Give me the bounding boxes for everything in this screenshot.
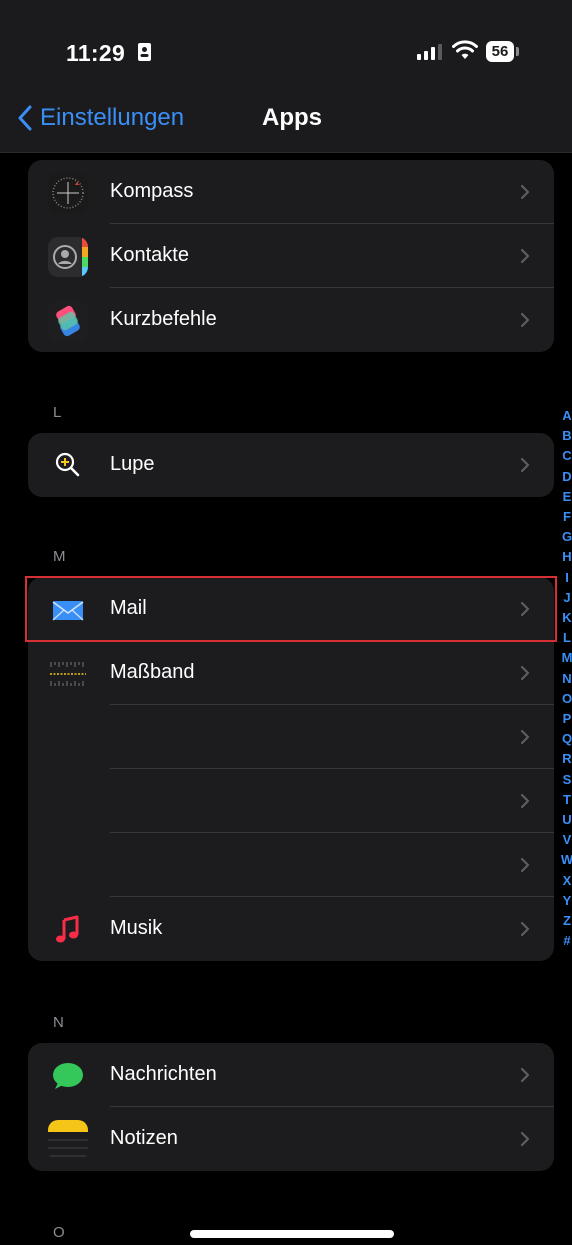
id-card-icon xyxy=(138,43,151,61)
chevron-right-icon xyxy=(520,457,530,473)
notes-icon xyxy=(48,1120,88,1160)
list-item-musik[interactable]: Musik xyxy=(28,897,554,961)
app-group-m: Mail Maßband Musik xyxy=(28,577,554,961)
chevron-right-icon xyxy=(520,921,530,937)
index-letter[interactable]: Z xyxy=(560,911,572,931)
index-letter[interactable]: P xyxy=(560,709,572,729)
index-letter[interactable]: C xyxy=(560,446,572,466)
chevron-left-icon xyxy=(18,105,32,131)
list-item-kurzbefehle[interactable]: Kurzbefehle xyxy=(28,288,554,352)
index-letter[interactable]: L xyxy=(560,628,572,648)
list-item-lupe[interactable]: Lupe xyxy=(28,433,554,497)
chevron-right-icon xyxy=(520,248,530,264)
section-header-m: M xyxy=(53,548,66,565)
index-letter[interactable]: J xyxy=(560,588,572,608)
app-group-l: Lupe xyxy=(28,433,554,497)
cellular-signal-icon xyxy=(417,44,442,60)
list-item-label: Musik xyxy=(110,917,163,939)
index-letter[interactable]: Q xyxy=(560,729,572,749)
page-title: Apps xyxy=(262,104,322,131)
chevron-right-icon xyxy=(520,1067,530,1083)
status-time: 11:29 xyxy=(66,40,126,66)
chevron-right-icon xyxy=(520,793,530,809)
index-letter[interactable]: U xyxy=(560,810,572,830)
home-indicator[interactable] xyxy=(190,1230,394,1238)
list-item-label: Mail xyxy=(110,597,147,619)
list-item-kontakte[interactable]: Kontakte xyxy=(28,224,554,288)
index-letter[interactable]: D xyxy=(560,467,572,487)
index-letter[interactable]: Y xyxy=(560,891,572,911)
index-letter[interactable]: K xyxy=(560,608,572,628)
index-letter[interactable]: # xyxy=(560,931,572,951)
list-item-nachrichten[interactable]: Nachrichten xyxy=(28,1043,554,1107)
list-item-label: Nachrichten xyxy=(110,1063,217,1085)
music-icon xyxy=(48,910,88,950)
list-item-blank-2[interactable] xyxy=(28,769,554,833)
measure-icon xyxy=(48,654,88,694)
chevron-right-icon xyxy=(520,665,530,681)
index-letter[interactable]: I xyxy=(560,568,572,588)
app-group-k: Kompass Kontakte Kurzbefehle xyxy=(28,160,554,352)
magnifier-icon xyxy=(48,446,88,486)
chevron-right-icon xyxy=(520,729,530,745)
list-item-label: Maßband xyxy=(110,661,195,683)
index-letter[interactable]: O xyxy=(560,689,572,709)
index-letter[interactable]: S xyxy=(560,770,572,790)
navigation-bar: 11:29 56 Einstellungen Apps xyxy=(0,0,572,153)
index-letter[interactable]: M xyxy=(560,648,572,668)
index-letter[interactable]: F xyxy=(560,507,572,527)
index-letter[interactable]: B xyxy=(560,426,572,446)
list-item-blank-3[interactable] xyxy=(28,833,554,897)
index-letter[interactable]: T xyxy=(560,790,572,810)
alphabet-index[interactable]: A B C D E F G H I J K L M N O P Q R S T U V W X Y Z # xyxy=(560,406,572,951)
index-letter[interactable]: R xyxy=(560,749,572,769)
list-item-notizen[interactable]: Notizen xyxy=(28,1107,554,1171)
chevron-right-icon xyxy=(520,857,530,873)
section-header-l: L xyxy=(53,404,62,421)
index-letter[interactable]: E xyxy=(560,487,572,507)
app-group-n: Nachrichten Notizen xyxy=(28,1043,554,1171)
list-item-mail[interactable]: Mail xyxy=(28,577,554,641)
list-item-label: Lupe xyxy=(110,453,155,475)
mail-icon xyxy=(48,590,88,630)
list-item-label: Kontakte xyxy=(110,244,189,266)
shortcuts-icon xyxy=(48,301,88,341)
battery-level: 56 xyxy=(491,43,509,60)
contacts-icon xyxy=(48,237,88,277)
list-item-blank-1[interactable] xyxy=(28,705,554,769)
battery-indicator: 56 xyxy=(486,41,514,62)
index-letter[interactable]: A xyxy=(560,406,572,426)
back-button-label: Einstellungen xyxy=(40,104,185,131)
wifi-icon xyxy=(452,40,478,59)
back-button[interactable]: Einstellungen xyxy=(18,100,184,136)
list-item-label: Notizen xyxy=(110,1127,178,1149)
list-item-kompass[interactable]: Kompass xyxy=(28,160,554,224)
chevron-right-icon xyxy=(520,601,530,617)
chevron-right-icon xyxy=(520,1131,530,1147)
list-item-massband[interactable]: Maßband xyxy=(28,641,554,705)
chevron-right-icon xyxy=(520,312,530,328)
index-letter[interactable]: N xyxy=(560,669,572,689)
section-header-n: N xyxy=(53,1014,64,1031)
index-letter[interactable]: X xyxy=(560,871,572,891)
section-header-o: O xyxy=(53,1224,65,1241)
list-item-label: Kurzbefehle xyxy=(110,308,217,330)
battery-nub xyxy=(516,47,519,56)
index-letter[interactable]: G xyxy=(560,527,572,547)
chevron-right-icon xyxy=(520,184,530,200)
list-item-label: Kompass xyxy=(110,180,194,202)
messages-icon xyxy=(48,1056,88,1096)
index-letter[interactable]: V xyxy=(560,830,572,850)
index-letter[interactable]: W xyxy=(560,850,572,870)
compass-icon xyxy=(48,173,88,213)
index-letter[interactable]: H xyxy=(560,547,572,567)
